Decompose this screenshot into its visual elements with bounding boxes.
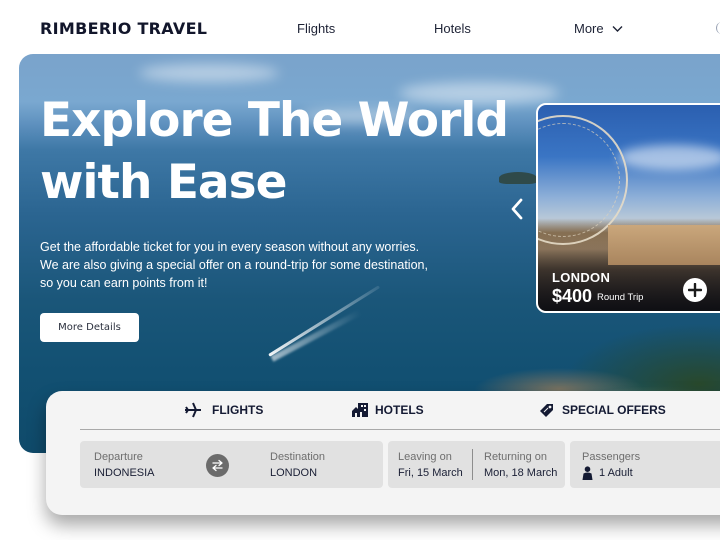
brand-logo[interactable]: RIMBERIO TRAVEL [40, 19, 207, 38]
destination-field[interactable]: Destination LONDON [270, 450, 325, 480]
hero-description-line-2: We are also giving a special offer on a … [40, 258, 428, 272]
destination-card[interactable]: LONDON $400 Round Trip [536, 103, 720, 313]
tab-flights[interactable]: FLIGHTS [184, 402, 263, 418]
airplane-icon [185, 402, 201, 418]
destination-price: $400 [552, 286, 593, 306]
destination-city: LONDON [552, 270, 611, 285]
returning-value: Mon, 18 March [484, 467, 558, 479]
departure-label: Departure [94, 451, 143, 463]
tab-special-offers-label: SPECIAL OFFERS [562, 403, 666, 417]
destination-value: LONDON [270, 467, 318, 479]
search-panel: FLIGHTS HOTELS SPECIAL OFFERS Departure … [46, 391, 720, 515]
tab-flights-label: FLIGHTS [212, 403, 264, 417]
returning-label: Returning on [484, 451, 547, 463]
passengers-field-group: Passengers 1 Adult [570, 441, 720, 488]
swap-arrows-icon [212, 459, 223, 472]
nav-overflow-item[interactable] [716, 22, 720, 34]
nav-more-label: More [574, 21, 604, 36]
nav-flights[interactable]: Flights [297, 21, 335, 36]
chevron-down-icon [612, 25, 623, 32]
nav-more-dropdown[interactable]: More [574, 21, 623, 36]
person-icon [582, 466, 593, 480]
tag-icon [540, 404, 553, 417]
passengers-value: 1 Adult [599, 467, 633, 479]
swap-route-button[interactable] [206, 454, 229, 477]
route-field-group: Departure INDONESIA Destination LONDON [80, 441, 383, 488]
county-hall-image [608, 225, 720, 265]
hero-title: Explore The World with Ease [40, 90, 520, 214]
dates-divider [472, 449, 473, 480]
dates-field-group: Leaving on Fri, 15 March Returning on Mo… [388, 441, 565, 488]
passengers-field[interactable]: Passengers 1 Adult [582, 450, 640, 480]
plus-icon [688, 283, 702, 297]
passengers-value-row: 1 Adult [582, 466, 640, 480]
returning-date-field[interactable]: Returning on Mon, 18 March [484, 450, 557, 480]
cloud-decor [139, 64, 279, 82]
departure-value: INDONESIA [94, 467, 155, 479]
passengers-label: Passengers [582, 451, 641, 463]
nav-hotels[interactable]: Hotels [434, 21, 471, 36]
leaving-value: Fri, 15 March [398, 467, 463, 479]
hotel-building-icon [352, 403, 368, 417]
top-navbar: RIMBERIO TRAVEL Flights Hotels More [0, 0, 720, 56]
add-destination-button[interactable] [683, 278, 707, 302]
leaving-date-field[interactable]: Leaving on Fri, 15 March [398, 450, 463, 480]
hero-description-line-3: so you can earn points from it! [40, 276, 208, 290]
hero-title-line-2: with Ease [40, 155, 287, 210]
tab-special-offers[interactable]: SPECIAL OFFERS [538, 402, 666, 418]
tab-hotels[interactable]: HOTELS [351, 402, 424, 418]
chevron-left-icon[interactable] [509, 197, 525, 221]
hero-description-line-1: Get the affordable ticket for you in eve… [40, 240, 420, 254]
tab-hotels-label: HOTELS [375, 403, 424, 417]
boat-wake-decor [270, 309, 362, 362]
hero-description: Get the affordable ticket for you in eve… [40, 238, 460, 292]
destination-label: Destination [270, 451, 326, 463]
tabs-divider [80, 429, 720, 430]
card-cloud-decor [618, 145, 720, 170]
departure-field[interactable]: Departure INDONESIA [94, 450, 155, 480]
more-details-button[interactable]: More Details [40, 313, 139, 342]
hero-title-line-1: Explore The World [40, 93, 509, 148]
destination-trip-type: Round Trip [597, 292, 644, 303]
boat-wake-decor [268, 285, 381, 357]
leaving-label: Leaving on [398, 451, 452, 463]
